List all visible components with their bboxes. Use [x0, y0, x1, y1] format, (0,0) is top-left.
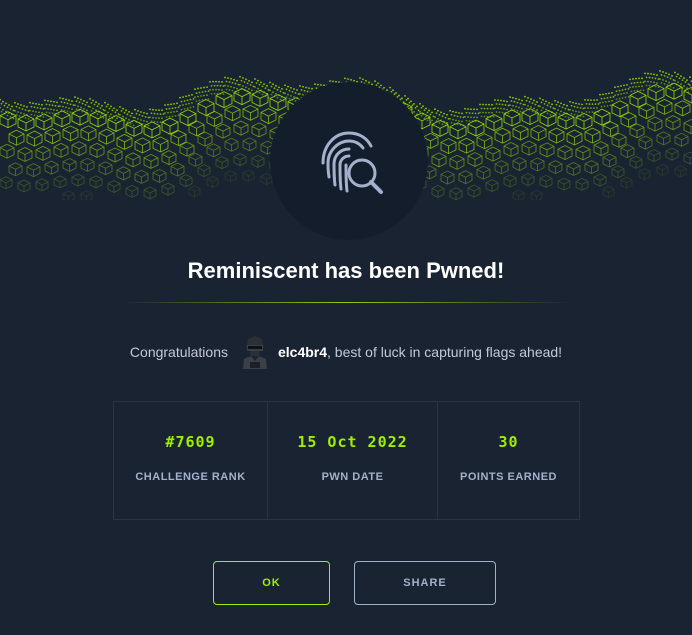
congrats-suffix: , best of luck in capturing flags ahead! — [327, 344, 563, 360]
hacker-avatar-icon — [240, 335, 270, 369]
stat-challenge-rank: #7609 CHALLENGE RANK — [114, 402, 268, 519]
share-button[interactable]: SHARE — [354, 561, 496, 605]
stat-points-earned: 30 POINTS EARNED — [438, 402, 579, 519]
challenge-badge — [270, 82, 428, 240]
stat-label: PWN DATE — [321, 471, 384, 483]
stat-value: 30 — [498, 433, 519, 451]
stats-panel: #7609 CHALLENGE RANK 15 Oct 2022 PWN DAT… — [113, 401, 580, 520]
ok-button[interactable]: OK — [213, 561, 330, 605]
title-divider — [121, 302, 571, 303]
pwned-dialog: Reminiscent has been Pwned! Congratulati… — [0, 0, 692, 635]
stat-pwn-date: 15 Oct 2022 PWN DATE — [268, 402, 438, 519]
stat-label: CHALLENGE RANK — [135, 471, 246, 483]
stat-label: POINTS EARNED — [460, 471, 557, 483]
congrats-prefix: Congratulations — [129, 344, 228, 360]
fingerprint-search-icon — [321, 131, 383, 194]
dialog-title: Reminiscent has been Pwned! — [187, 258, 505, 283]
stat-value: 15 Oct 2022 — [297, 433, 408, 451]
stat-value: #7609 — [165, 433, 216, 451]
congrats-message: Congratulations elc4br4 , best of luck i… — [0, 334, 692, 370]
username-link[interactable]: elc4br4 — [278, 344, 327, 360]
